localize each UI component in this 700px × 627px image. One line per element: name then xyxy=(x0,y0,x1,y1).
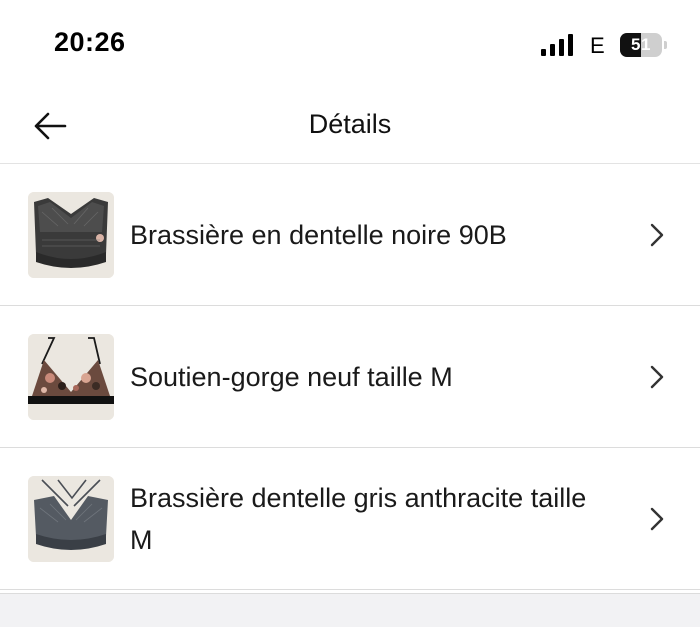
item-title: Brassière dentelle gris anthracite taill… xyxy=(130,483,587,555)
list-item[interactable]: Brassière en dentelle noire 90B xyxy=(0,164,700,306)
item-thumbnail xyxy=(28,476,114,562)
item-thumbnail xyxy=(28,334,114,420)
item-title: Soutien-gorge neuf taille M xyxy=(130,362,453,392)
status-time: 20:26 xyxy=(54,27,126,57)
arrow-left-icon xyxy=(34,112,67,140)
chevron-right-icon xyxy=(650,507,664,531)
screen: 20:26 E 51 Détails Brassière en dentelle… xyxy=(0,0,700,627)
network-type-label: E xyxy=(590,33,605,58)
item-title: Brassière en dentelle noire 90B xyxy=(130,220,507,250)
chevron-right-icon xyxy=(650,223,664,247)
battery-indicator: 51 xyxy=(620,33,668,57)
page-title: Détails xyxy=(308,109,392,139)
cellular-signal-icon xyxy=(541,34,573,56)
list-item[interactable]: Brassière dentelle gris anthracite taill… xyxy=(0,448,700,590)
nav-header: Détails xyxy=(0,88,700,164)
list-item[interactable]: Soutien-gorge neuf taille M xyxy=(0,306,700,448)
footer-area xyxy=(0,593,700,627)
chevron-right-icon xyxy=(650,365,664,389)
battery-level-text: 51 xyxy=(631,35,651,54)
item-list: Brassière en dentelle noire 90B Soutien-… xyxy=(0,164,700,590)
back-button[interactable] xyxy=(26,102,74,150)
item-thumbnail xyxy=(28,192,114,278)
status-bar: 20:26 E 51 xyxy=(0,0,700,88)
